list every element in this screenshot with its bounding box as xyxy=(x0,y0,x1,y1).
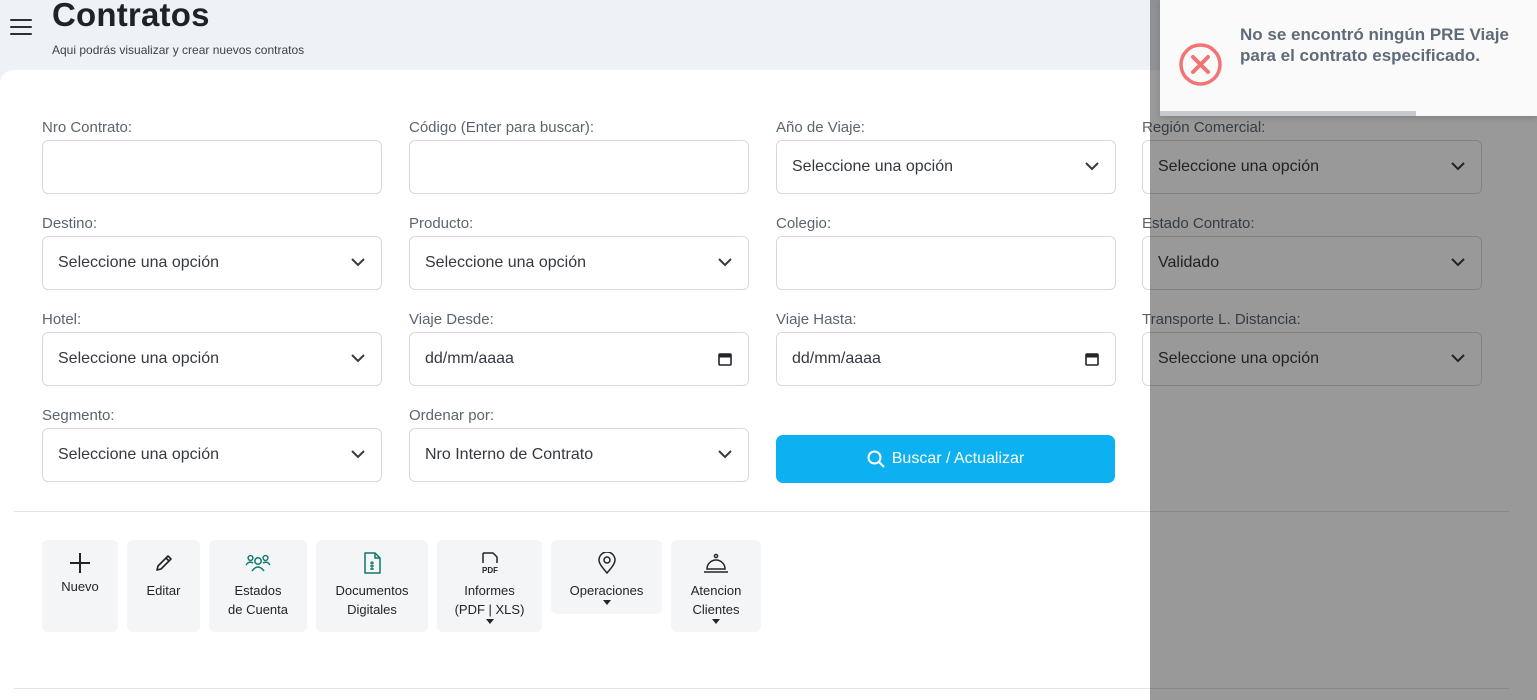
segmento-value: Seleccione una opción xyxy=(58,446,220,463)
nro-contrato-input[interactable] xyxy=(42,140,382,194)
anio-viaje-select[interactable]: Seleccione una opción xyxy=(776,140,1116,194)
colegio-label: Colegio: xyxy=(776,215,832,232)
producto-select[interactable]: Seleccione una opción xyxy=(409,236,749,290)
atencion-label-2: Clientes xyxy=(692,602,740,617)
atencion-label-1: Atencion xyxy=(690,583,742,598)
ordenar-por-label: Ordenar por: xyxy=(409,407,495,424)
chevron-down-icon xyxy=(351,354,365,363)
ordenar-por-value: Nro Interno de Contrato xyxy=(425,446,594,463)
page-title: Contratos xyxy=(52,0,210,33)
operaciones-label: Operaciones xyxy=(569,583,644,598)
viaje-desde-label: Viaje Desde: xyxy=(409,311,494,328)
segmento-label: Segmento: xyxy=(42,407,115,424)
editar-label: Editar xyxy=(146,583,181,598)
chevron-down-icon xyxy=(351,450,365,459)
nuevo-button[interactable]: Nuevo xyxy=(42,540,118,632)
caret-down-icon xyxy=(602,600,611,605)
pencil-icon xyxy=(155,555,172,571)
chevron-down-icon xyxy=(1085,162,1099,171)
error-icon xyxy=(1179,43,1222,86)
viaje-desde-value: dd/mm/aaaa xyxy=(425,350,514,367)
menu-icon[interactable] xyxy=(10,19,32,37)
service-bell-icon xyxy=(704,553,728,573)
viaje-hasta-date-input[interactable]: dd/mm/aaaa xyxy=(776,332,1116,386)
caret-down-icon xyxy=(712,619,720,624)
toast-progress-bar xyxy=(1160,111,1417,116)
chevron-down-icon xyxy=(718,258,732,267)
colegio-input[interactable] xyxy=(776,236,1116,290)
ordenar-por-select[interactable]: Nro Interno de Contrato xyxy=(409,428,749,482)
documentos-label-2: Digitales xyxy=(347,602,397,617)
estados-label-2: de Cuenta xyxy=(228,602,288,617)
search-button-label: Buscar / Actualizar xyxy=(891,450,1025,467)
map-pin-icon xyxy=(597,552,616,574)
destino-label: Destino: xyxy=(42,215,98,232)
caret-down-icon xyxy=(485,619,494,624)
viaje-hasta-label: Viaje Hasta: xyxy=(776,311,857,328)
codigo-input[interactable] xyxy=(409,140,749,194)
atencion-clientes-button[interactable]: Atencion Clientes xyxy=(671,540,761,632)
producto-label: Producto: xyxy=(409,215,474,232)
documentos-digitales-button[interactable]: Documentos Digitales xyxy=(316,540,428,632)
error-toast[interactable]: No se encontró ningún PRE Viaje para el … xyxy=(1160,0,1537,116)
codigo-label: Código (Enter para buscar): xyxy=(409,119,595,136)
search-icon xyxy=(867,450,885,468)
page-subtitle: Aqui podrás visualizar y crear nuevos co… xyxy=(52,43,305,57)
hotel-label: Hotel: xyxy=(42,311,82,328)
editar-button[interactable]: Editar xyxy=(127,540,200,632)
viaje-desde-date-input[interactable]: dd/mm/aaaa xyxy=(409,332,749,386)
operaciones-button[interactable]: Operaciones xyxy=(551,540,662,614)
anio-viaje-label: Año de Viaje: xyxy=(776,119,865,136)
producto-value: Seleccione una opción xyxy=(425,254,587,271)
pdf-file-icon: PDF xyxy=(482,552,498,574)
chevron-down-icon xyxy=(718,450,732,459)
destino-select[interactable]: Seleccione una opción xyxy=(42,236,382,290)
estados-de-cuenta-button[interactable]: Estados de Cuenta xyxy=(209,540,307,632)
document-icon xyxy=(364,552,381,574)
destino-value: Seleccione una opción xyxy=(58,254,220,271)
hotel-select[interactable]: Seleccione una opción xyxy=(42,332,382,386)
informes-label-2: (PDF | XLS) xyxy=(454,602,525,617)
informes-label-1: Informes xyxy=(464,583,515,598)
nro-contrato-label: Nro Contrato: xyxy=(42,119,133,136)
calendar-icon[interactable] xyxy=(1085,352,1099,366)
informes-button[interactable]: PDF Informes (PDF | XLS) xyxy=(437,540,542,632)
estados-label-1: Estados xyxy=(234,583,282,598)
chevron-down-icon xyxy=(351,258,365,267)
plus-icon xyxy=(70,553,90,573)
search-button[interactable]: Buscar / Actualizar xyxy=(776,435,1115,483)
segmento-select[interactable]: Seleccione una opción xyxy=(42,428,382,482)
calendar-icon[interactable] xyxy=(718,352,732,366)
toast-message: No se encontró ningún PRE Viaje para el … xyxy=(1240,25,1509,65)
anio-viaje-value: Seleccione una opción xyxy=(792,158,954,175)
nuevo-label: Nuevo xyxy=(61,579,99,594)
hotel-value: Seleccione una opción xyxy=(58,350,220,367)
users-icon xyxy=(245,554,271,572)
pdf-glyph: PDF xyxy=(482,566,498,574)
documentos-label-1: Documentos xyxy=(335,583,409,598)
viaje-hasta-value: dd/mm/aaaa xyxy=(792,350,881,367)
